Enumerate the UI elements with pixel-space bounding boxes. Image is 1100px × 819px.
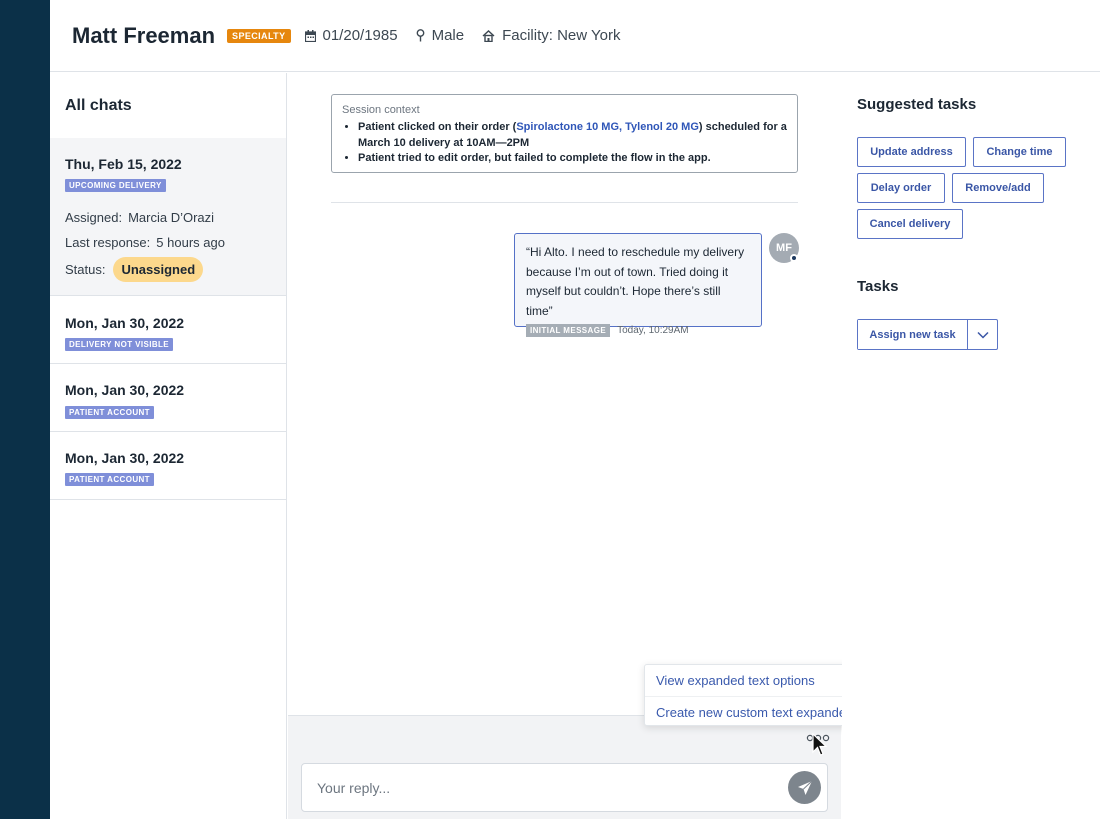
- chat-tag: UPCOMING DELIVERY: [65, 179, 166, 192]
- chat-date: Thu, Feb 15, 2022: [65, 156, 182, 172]
- delay-order-button[interactable]: Delay order: [857, 173, 945, 203]
- assign-task-dropdown-toggle[interactable]: [968, 320, 997, 349]
- change-time-button[interactable]: Change time: [973, 137, 1066, 167]
- patient-name: Matt Freeman: [72, 22, 216, 48]
- assign-new-task-button[interactable]: Assign new task: [858, 320, 968, 349]
- message-text: “Hi Alto. I need to reschedule my delive…: [526, 245, 745, 318]
- specialty-badge: SPECIALTY: [227, 28, 291, 43]
- facility-meta: Facility: New York: [482, 27, 620, 44]
- chevron-down-icon: [976, 331, 989, 339]
- text-expander-menu: View expanded text options Create new cu…: [644, 664, 865, 727]
- gender-meta: Male: [416, 27, 465, 44]
- menu-item-view-expanded-text[interactable]: View expanded text options: [645, 665, 865, 696]
- reply-box: [301, 763, 828, 812]
- status-badge: Unassigned: [113, 257, 204, 282]
- send-button[interactable]: [788, 771, 821, 804]
- assigned-label: Assigned:: [65, 210, 123, 225]
- message-tag: INITIAL MESSAGE: [526, 324, 611, 337]
- dob-meta: 01/20/1985: [304, 27, 398, 44]
- online-status-dot: [790, 254, 798, 262]
- chats-panel: All chats Thu, Feb 15, 2022 UPCOMING DEL…: [50, 73, 287, 819]
- message-time: Today, 10:29AM: [617, 325, 689, 336]
- gender-text: Male: [431, 27, 465, 44]
- last-response-row: Last response: 5 hours ago: [65, 235, 225, 250]
- status-label: Status:: [65, 262, 106, 277]
- message-footer: INITIAL MESSAGE Today, 10:29AM: [526, 324, 750, 337]
- reply-area: [288, 715, 841, 819]
- chat-date: Mon, Jan 30, 2022: [65, 382, 185, 398]
- reply-input[interactable]: [303, 765, 773, 810]
- assign-task-split-button: Assign new task: [857, 319, 998, 350]
- nav-rail: [0, 0, 50, 819]
- assigned-row: Assigned: Marcia D’Orazi: [65, 210, 214, 225]
- divider: [331, 202, 798, 203]
- patient-header: Matt Freeman SPECIALTY 01/20/1985 Male F…: [50, 0, 1100, 72]
- facility-text: Facility: New York: [502, 27, 621, 44]
- session-context-item: Patient clicked on their order (Spirolac…: [358, 120, 787, 151]
- chat-item[interactable]: Mon, Jan 30, 2022 PATIENT ACCOUNT: [50, 365, 286, 432]
- session-context: Session context Patient clicked on their…: [331, 94, 798, 173]
- chat-item[interactable]: Thu, Feb 15, 2022 UPCOMING DELIVERY Assi…: [50, 138, 286, 296]
- chat-item[interactable]: Mon, Jan 30, 2022 DELIVERY NOT VISIBLE: [50, 297, 286, 364]
- update-address-button[interactable]: Update address: [857, 137, 966, 167]
- menu-item-create-text-expander[interactable]: Create new custom text expander: [645, 696, 865, 727]
- cancel-delivery-button[interactable]: Cancel delivery: [857, 209, 963, 239]
- suggested-tasks-title: Suggested tasks: [857, 96, 977, 113]
- chat-tag: PATIENT ACCOUNT: [65, 473, 154, 486]
- send-icon: [797, 780, 812, 795]
- status-row: Status: Unassigned: [65, 257, 204, 282]
- last-response-label: Last response:: [65, 235, 151, 250]
- chat-date: Mon, Jan 30, 2022: [65, 315, 185, 331]
- mouse-cursor-icon: [812, 733, 828, 756]
- home-icon: [482, 29, 495, 42]
- chat-date: Mon, Jan 30, 2022: [65, 450, 185, 466]
- remove-add-button[interactable]: Remove/add: [952, 173, 1044, 203]
- order-drugs-link[interactable]: Spirolactone 10 MG, Tylenol 20 MG: [516, 121, 699, 133]
- message-bubble: “Hi Alto. I need to reschedule my delive…: [514, 233, 762, 337]
- calendar-icon: [304, 29, 316, 42]
- dob-text: 01/20/1985: [322, 27, 398, 44]
- chat-tag: DELIVERY NOT VISIBLE: [65, 338, 174, 351]
- last-response-value: 5 hours ago: [156, 235, 225, 250]
- gender-icon: [416, 29, 424, 42]
- chat-tag: PATIENT ACCOUNT: [65, 406, 154, 419]
- tasks-panel: Suggested tasks Update address Change ti…: [842, 73, 1100, 819]
- session-line-prefix: Patient clicked on their order (: [358, 121, 517, 133]
- session-context-title: Session context: [342, 104, 420, 116]
- session-context-item: Patient tried to edit order, but failed …: [358, 151, 787, 167]
- assigned-value: Marcia D’Orazi: [128, 210, 215, 225]
- chat-item[interactable]: Mon, Jan 30, 2022 PATIENT ACCOUNT: [50, 433, 286, 500]
- all-chats-title: All chats: [65, 97, 132, 114]
- session-context-list: Patient clicked on their order (Spirolac…: [342, 120, 787, 167]
- tasks-title: Tasks: [857, 278, 899, 295]
